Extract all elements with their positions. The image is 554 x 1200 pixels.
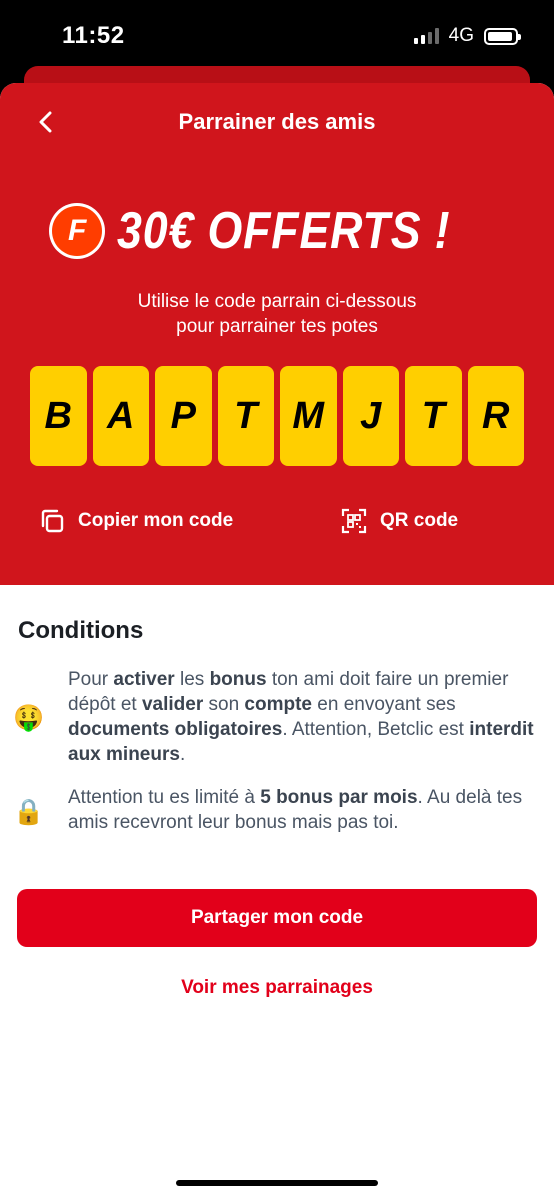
offer-text: 30€ OFFERTS ! xyxy=(117,202,451,260)
code-char: J xyxy=(342,366,399,466)
code-char: T xyxy=(405,366,462,466)
code-char: R xyxy=(467,366,524,466)
offer-banner: F 30€ OFFERTS ! xyxy=(0,199,554,263)
view-referrals-link[interactable]: Voir mes parrainages xyxy=(0,977,554,999)
status-time: 11:52 xyxy=(62,22,125,49)
copy-code-label: Copier mon code xyxy=(78,510,234,531)
code-char: B xyxy=(30,366,87,466)
copy-code-button[interactable]: Copier mon code xyxy=(38,507,233,535)
code-char: T xyxy=(217,366,274,466)
copy-icon xyxy=(41,509,64,533)
code-char: M xyxy=(280,366,337,466)
referral-instructions: Utilise le code parrain ci-dessous pour … xyxy=(0,289,554,339)
qr-code-button[interactable]: QR code xyxy=(340,507,458,535)
qr-code-label: QR code xyxy=(380,510,459,531)
condition-text: Pour activer les bonus ton ami doit fair… xyxy=(68,669,534,765)
battery-icon xyxy=(484,27,521,45)
signal-icon xyxy=(413,28,439,44)
qr-code-icon xyxy=(341,508,367,534)
referral-sheet: Parrainer des amis F 30€ OFFERTS ! Utili… xyxy=(0,83,554,1200)
status-bar: 11:52 4G xyxy=(0,0,554,72)
code-char: P xyxy=(155,366,212,466)
money-face-icon: 🤑 xyxy=(13,704,45,732)
network-type: 4G xyxy=(448,25,474,46)
referral-hero: Parrainer des amis F 30€ OFFERTS ! Utili… xyxy=(0,83,554,585)
code-char: A xyxy=(92,366,149,466)
conditions-title: Conditions xyxy=(18,617,144,644)
page-title: Parrainer des amis xyxy=(178,109,376,134)
referral-code: B A P T M J T R xyxy=(30,366,524,466)
share-code-button[interactable]: Partager mon code xyxy=(17,889,537,947)
brand-logo-icon: F xyxy=(49,203,106,259)
instructions-line-1: Utilise le code parrain ci-dessous xyxy=(137,291,417,312)
home-indicator xyxy=(176,1180,378,1186)
status-icons: 4G xyxy=(413,25,521,47)
lock-icon: 🔒 xyxy=(13,798,45,826)
condition-text: Attention tu es limité à 5 bonus par moi… xyxy=(68,787,523,833)
code-actions: Copier mon code QR code xyxy=(0,507,554,543)
instructions-line-2: pour parrainer tes potes xyxy=(176,316,378,337)
